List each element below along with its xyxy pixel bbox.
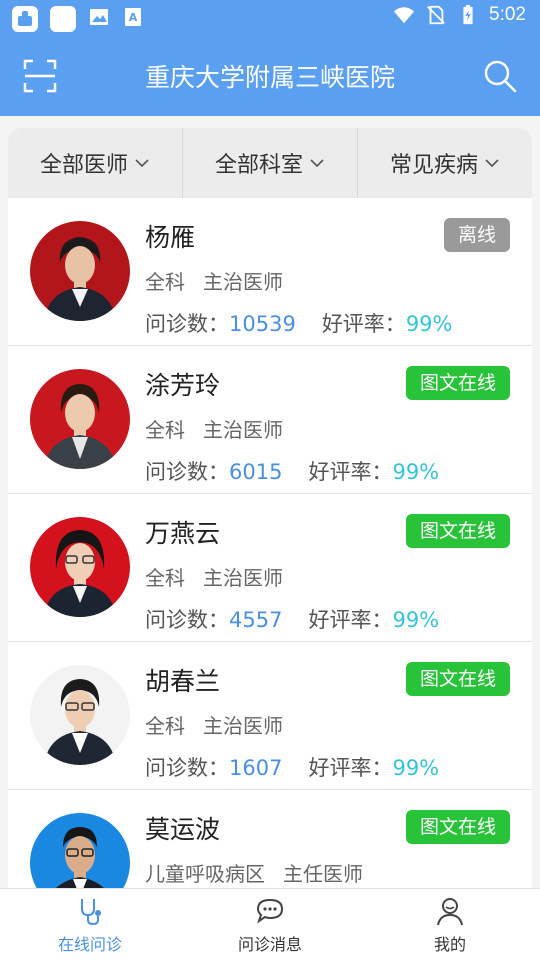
doctor-stats: 问诊数：4557 好评率：99% (145, 604, 439, 634)
rating-value: 99% (392, 756, 440, 780)
rating-value: 99% (405, 312, 453, 336)
doctor-name: 杨雁 (145, 223, 196, 252)
status-bar: A 5:02 (0, 0, 540, 36)
status-badge: 图文在线 (405, 810, 510, 844)
blank-icon (50, 6, 76, 32)
filter-label: 全部医师 (39, 153, 128, 178)
status-badge: 图文在线 (405, 662, 510, 696)
doctor-avatar (30, 369, 130, 469)
doctor-dept: 全科 (145, 418, 185, 442)
battery-charging-icon (463, 4, 473, 25)
doctor-stats: 问诊数：10539 好评率：99% (145, 308, 453, 338)
doctor-dept-line: 全科 主治医师 (145, 414, 283, 443)
chat-bubble-icon (256, 898, 284, 923)
rating-value: 99% (392, 460, 440, 484)
filter-bar: 全部医师 全部科室 常见疾病 (8, 128, 532, 198)
doctor-stats: 问诊数：6015 好评率：99% (145, 456, 439, 486)
consult-label: 问诊数： (145, 312, 229, 336)
doctor-dept: 儿童呼吸病区 (145, 862, 265, 886)
doctor-title: 主治医师 (203, 714, 283, 738)
consult-count: 4557 (229, 608, 283, 632)
doctor-dept-line: 儿童呼吸病区 主任医师 (145, 858, 363, 887)
rating-value: 99% (392, 608, 440, 632)
doctor-dept-line: 全科 主治医师 (145, 710, 283, 739)
doctor-dept: 全科 (145, 566, 185, 590)
page-title: 重庆大学附属三峡医院 (144, 63, 395, 92)
doctor-card[interactable]: 杨雁 离线 全科 主治医师 问诊数：10539 好评率：99% (8, 198, 532, 346)
doctor-card[interactable]: 万燕云 图文在线 全科 主治医师 问诊数：4557 好评率：99% (8, 494, 532, 642)
consult-label: 问诊数： (145, 608, 229, 632)
doctor-avatar (30, 517, 130, 617)
tab-online-consult[interactable]: 在线问诊 (0, 889, 180, 960)
doctor-list: 杨雁 离线 全科 主治医师 问诊数：10539 好评率：99% 涂芳玲 图文在线 全… (8, 198, 532, 888)
wifi-icon (393, 7, 415, 24)
filter-label: 常见疾病 (389, 153, 478, 178)
tab-label: 我的 (433, 934, 466, 954)
filter-diseases[interactable]: 常见疾病 (358, 128, 532, 198)
doctor-name: 胡春兰 (145, 667, 221, 696)
doctor-avatar (30, 813, 130, 888)
status-badge: 离线 (443, 218, 510, 252)
consult-count: 1607 (229, 756, 283, 780)
consult-label: 问诊数： (145, 460, 229, 484)
app-icon (12, 6, 38, 32)
tab-consult-messages[interactable]: 问诊消息 (180, 889, 360, 960)
status-badge: 图文在线 (405, 366, 510, 400)
tab-mine[interactable]: 我的 (360, 889, 540, 960)
chevron-down-icon (135, 159, 149, 168)
rating-label: 好评率： (308, 608, 393, 632)
filter-departments[interactable]: 全部科室 (183, 128, 358, 198)
doctor-card[interactable]: 涂芳玲 图文在线 全科 主治医师 问诊数：6015 好评率：99% (8, 346, 532, 494)
search-icon[interactable] (482, 58, 518, 94)
doctor-card[interactable]: 胡春兰 图文在线 全科 主治医师 问诊数：1607 好评率：99% (8, 642, 532, 790)
keyboard-a-icon: A (122, 6, 144, 32)
doctor-title: 主任医师 (283, 862, 363, 886)
filter-doctors[interactable]: 全部医师 (8, 128, 183, 198)
doctor-dept-line: 全科 主治医师 (145, 266, 283, 295)
chevron-down-icon (485, 159, 499, 168)
doctor-title: 主治医师 (203, 418, 283, 442)
doctor-avatar (30, 221, 130, 321)
consult-label: 问诊数： (145, 756, 229, 780)
tab-label: 问诊消息 (237, 934, 302, 954)
rating-label: 好评率： (321, 312, 406, 336)
doctor-title: 主治医师 (203, 270, 283, 294)
image-icon (88, 6, 110, 32)
user-icon (437, 897, 463, 925)
doctor-stats: 问诊数：1607 好评率：99% (145, 752, 439, 782)
doctor-dept: 全科 (145, 714, 185, 738)
doctor-dept-line: 全科 主治医师 (145, 562, 283, 591)
app-bar: 重庆大学附属三峡医院 (0, 36, 540, 116)
chevron-down-icon (310, 159, 324, 168)
doctor-avatar (30, 665, 130, 765)
clock: 5:02 (489, 4, 526, 25)
rating-label: 好评率： (308, 460, 393, 484)
bottom-tab-bar: 在线问诊 问诊消息 我的 (0, 888, 540, 960)
doctor-name: 莫运波 (145, 815, 221, 844)
consult-count: 10539 (229, 312, 296, 336)
filter-label: 全部科室 (214, 153, 303, 178)
doctor-dept: 全科 (145, 270, 185, 294)
stethoscope-icon (81, 898, 101, 925)
doctor-name: 万燕云 (145, 519, 221, 548)
tab-label: 在线问诊 (57, 934, 122, 954)
svg-text:A: A (129, 11, 138, 24)
consult-count: 6015 (229, 460, 283, 484)
no-sim-icon (427, 5, 445, 25)
status-badge: 图文在线 (405, 514, 510, 548)
rating-label: 好评率： (308, 756, 393, 780)
doctor-card[interactable]: 莫运波 图文在线 儿童呼吸病区 主任医师 (8, 790, 532, 888)
doctor-name: 涂芳玲 (145, 371, 221, 400)
doctor-title: 主治医师 (203, 566, 283, 590)
